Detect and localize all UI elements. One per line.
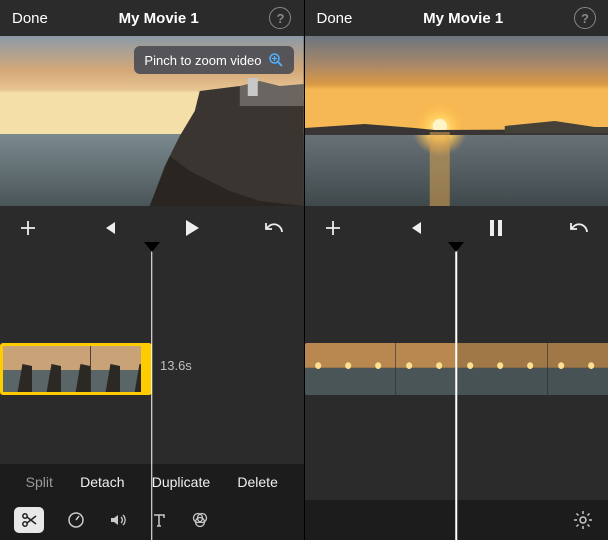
zoom-tooltip: Pinch to zoom video xyxy=(134,46,293,74)
timeline[interactable] xyxy=(305,250,608,540)
preview-image xyxy=(305,36,608,206)
volume-tool[interactable] xyxy=(108,510,128,530)
playhead-line[interactable] xyxy=(151,250,153,540)
done-button[interactable]: Done xyxy=(12,10,48,27)
speed-tool[interactable] xyxy=(66,510,86,530)
split-button[interactable]: Split xyxy=(26,474,53,490)
add-media-button[interactable] xyxy=(323,218,343,238)
editor-pane-left: Done My Movie 1 ? Pinch to zoom video xyxy=(0,0,305,540)
clip-duration: 13.6s xyxy=(160,358,192,373)
tooltip-text: Pinch to zoom video xyxy=(144,53,261,68)
timeline[interactable]: 13.6s Split Detach Duplicate Delete xyxy=(0,250,304,540)
header: Done My Movie 1 ? xyxy=(0,0,304,36)
done-button[interactable]: Done xyxy=(317,10,353,27)
scissors-tool[interactable] xyxy=(14,507,44,533)
playhead-marker xyxy=(448,242,464,252)
skip-back-button[interactable] xyxy=(406,219,424,237)
video-preview[interactable] xyxy=(305,36,608,206)
delete-button[interactable]: Delete xyxy=(237,474,277,490)
detach-button[interactable]: Detach xyxy=(80,474,124,490)
add-media-button[interactable] xyxy=(18,218,38,238)
text-tool[interactable] xyxy=(150,511,168,529)
settings-button[interactable] xyxy=(572,509,594,531)
skip-back-button[interactable] xyxy=(100,219,118,237)
project-title: My Movie 1 xyxy=(423,10,503,27)
pause-button[interactable] xyxy=(487,218,505,238)
playhead-line[interactable] xyxy=(456,250,458,540)
magnify-icon xyxy=(268,52,284,68)
play-button[interactable] xyxy=(180,217,202,239)
undo-button[interactable] xyxy=(263,218,285,238)
project-title: My Movie 1 xyxy=(119,10,199,27)
help-button[interactable]: ? xyxy=(269,7,291,29)
editor-pane-right: Done My Movie 1 ? xyxy=(305,0,608,540)
video-preview[interactable]: Pinch to zoom video xyxy=(0,36,304,206)
video-clip-selected[interactable] xyxy=(0,343,152,395)
duplicate-button[interactable]: Duplicate xyxy=(152,474,210,490)
playhead-marker xyxy=(144,242,160,252)
header: Done My Movie 1 ? xyxy=(305,0,608,36)
undo-button[interactable] xyxy=(568,218,590,238)
filters-tool[interactable] xyxy=(190,510,210,530)
help-button[interactable]: ? xyxy=(574,7,596,29)
